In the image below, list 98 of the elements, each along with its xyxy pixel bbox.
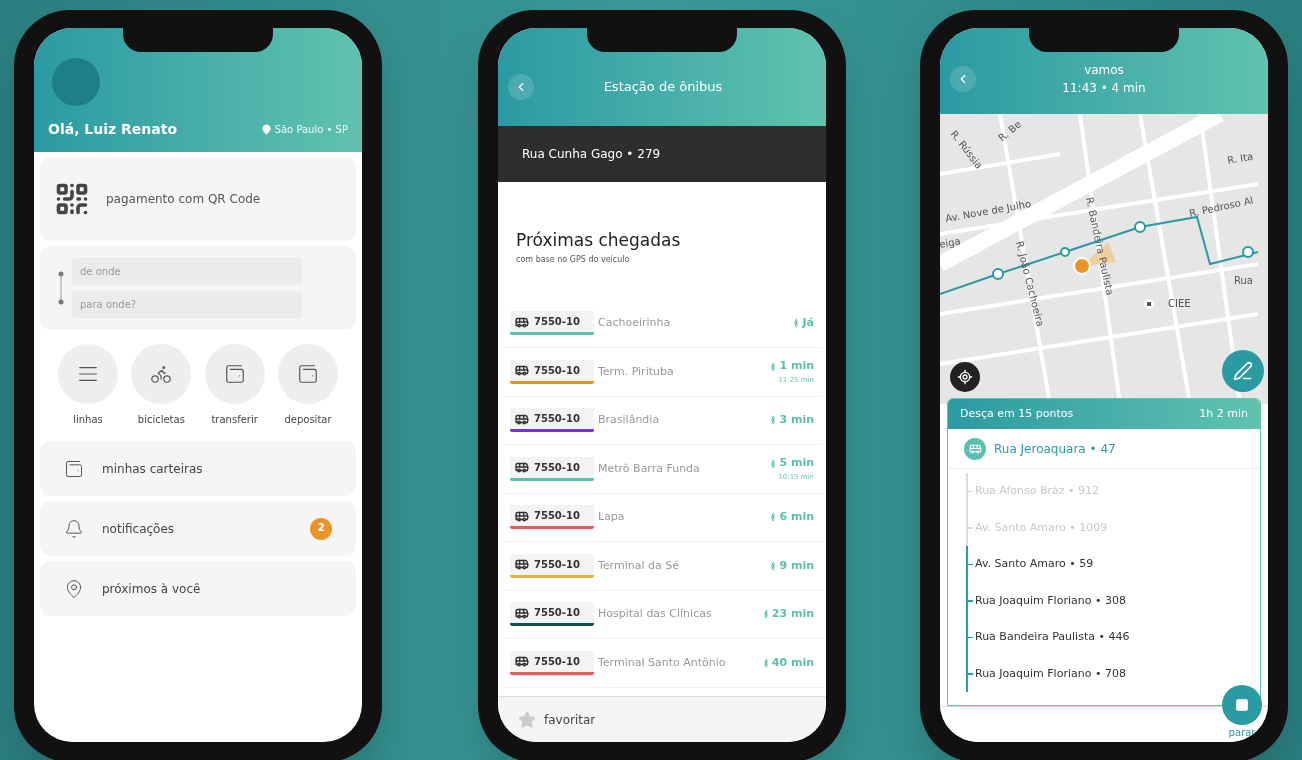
arrival-row[interactable]: 7550-10 Brasilândia 3 min (502, 396, 822, 445)
street-label: R. Ita (1226, 150, 1254, 166)
avatar (52, 58, 100, 106)
stop-text: Av. Santo Amaro • 59 (974, 556, 1094, 572)
line-tag: 7550-10 (510, 650, 594, 675)
line-tag: 7550-10 (510, 359, 594, 384)
route-input-field[interactable]: para onde? (72, 291, 302, 318)
arrival-row[interactable]: 7550-10 Terminal Santo Antônio 40 min (502, 639, 822, 688)
star-icon (518, 710, 536, 729)
line-tag: 7550-10 (510, 553, 594, 578)
eta-text: 23 min (771, 606, 814, 622)
line-tag: 7550-10 (510, 505, 594, 530)
stop-label: parar (1228, 726, 1256, 740)
section-subheading: com base no GPS do veículo (516, 253, 631, 266)
destination-text: Term. Pirituba (598, 363, 675, 380)
destination-text: Cachoeirinha (598, 315, 672, 331)
qr-payment-card[interactable]: pagamento com QR Code (40, 157, 356, 241)
map-pin-icon (64, 578, 84, 599)
destination-text: Metrô Barra Funda (598, 460, 701, 477)
menu-item[interactable]: próximos à você (40, 561, 356, 616)
eta-text: 9 min (779, 557, 814, 574)
stop-text: Rua Bandeira Paulista • 446 (974, 629, 1130, 645)
qr-payment-label: pagamento com QR Code (106, 191, 261, 208)
bus-icon (515, 557, 529, 572)
signal-icon (761, 657, 768, 668)
action-label: transferir (211, 413, 258, 427)
bus-icon (968, 442, 982, 455)
screen-title: Estação de ônibus (602, 78, 724, 97)
section-heading: Próximas chegadas (516, 229, 682, 252)
map-pin-icon (260, 124, 272, 135)
line-tag: 7550-10 (510, 311, 594, 336)
street-label: R. Pedroso Al (1188, 194, 1255, 219)
signal-icon (769, 361, 776, 372)
stop-button[interactable] (1222, 685, 1262, 725)
bus-icon (515, 460, 529, 475)
menu-item[interactable]: notificações 2 (40, 501, 356, 556)
line-tag: 7550-10 (510, 602, 594, 627)
signal-icon (792, 318, 799, 329)
bus-icon (515, 363, 529, 378)
favorite-bar[interactable]: favoritar (498, 696, 826, 742)
action-label: depositar (284, 413, 332, 427)
bell-icon (64, 518, 84, 539)
location-text: São Paulo • SP (274, 123, 348, 137)
line-tag: 7550-10 (510, 408, 594, 433)
greeting: Olá, Luiz Renato (48, 120, 178, 139)
bus-icon (515, 654, 529, 669)
street-label: Av. Nove de Julho (944, 198, 1032, 224)
eta-text: 3 min (779, 412, 814, 428)
screen-title: vamos (1084, 62, 1124, 79)
pen-icon (1233, 361, 1253, 381)
wallet-icon (64, 458, 84, 479)
signal-icon (769, 458, 776, 469)
destination-text: Brasilândia (598, 412, 661, 428)
menu-item[interactable]: minhas carteiras (40, 441, 356, 496)
line-tag: 7550-10 (510, 456, 594, 481)
wallet-icon (297, 363, 319, 385)
bicycle-icon (150, 363, 173, 385)
signal-icon (761, 609, 768, 620)
street-label: R. Bandeira Paulista (1084, 196, 1116, 297)
eta-text: 40 min (771, 654, 814, 671)
trip-duration: 1h 2 min (1199, 405, 1248, 422)
eta-text: 1 min (779, 358, 814, 375)
action-label: linhas (73, 413, 103, 427)
arrival-row[interactable]: 7550-10 Terminal da Sé 9 min (502, 542, 822, 591)
eta-text: 5 min (779, 455, 814, 472)
qr-code-icon (54, 181, 90, 217)
origin-stop: Rua Jeroaquara • 47 (994, 440, 1116, 458)
stop-icon (1235, 698, 1249, 712)
destination-text: Terminal Santo Antônio (598, 654, 727, 671)
stop-text: Rua Joaquim Floriano • 308 (974, 592, 1126, 609)
route-connector-icon (58, 271, 64, 305)
eta-text: Já (802, 315, 814, 331)
arrival-row[interactable]: 7550-10 Lapa 6 min (502, 493, 822, 542)
panel-title: Desça em 15 pontos (960, 405, 1074, 422)
locate-icon (957, 369, 973, 385)
signal-icon (769, 560, 776, 571)
signal-icon (769, 415, 776, 426)
street-label: R. Be (996, 118, 1024, 144)
signal-icon (769, 512, 776, 523)
street-label: R. João Cachoeira (1014, 239, 1046, 328)
back-button[interactable] (950, 66, 976, 92)
trip-time: 11:43 • 4 min (1062, 80, 1146, 97)
back-button[interactable] (508, 74, 534, 100)
notification-badge: 2 (310, 517, 332, 540)
destination-text: Hospital das Clínicas (598, 606, 713, 622)
destination-text: Terminal da Sé (598, 557, 680, 574)
street-label: CIEE (1168, 298, 1191, 309)
wallet-icon (223, 363, 246, 385)
eta-text: 6 min (779, 509, 814, 525)
arrival-row[interactable]: 7550-10 Hospital das Clínicas 23 min (502, 590, 822, 639)
street-label: eiga (940, 235, 962, 250)
destination-text: Lapa (598, 509, 626, 525)
stop-name: Rua Cunha Gago • 279 (522, 146, 661, 163)
route-input-field[interactable]: de onde (72, 258, 302, 285)
arrival-row[interactable]: 7550-10 Cachoeirinha Já (502, 299, 822, 348)
action-label: bicicletas (137, 413, 185, 427)
stop-text: Rua Joaquim Floriano • 708 (974, 665, 1126, 682)
street-label: Rua (1234, 275, 1253, 286)
